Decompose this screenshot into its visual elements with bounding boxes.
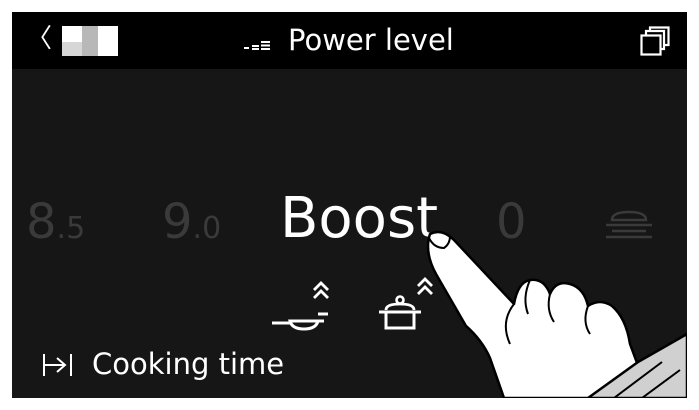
- power-level-icon: [244, 41, 270, 50]
- timer-arrow-icon: [43, 354, 72, 376]
- brand-logo-icon: [62, 26, 118, 56]
- page-title: Power level: [288, 23, 454, 57]
- power-level-8-5[interactable]: 8.5: [26, 192, 85, 263]
- cooking-time-label[interactable]: Cooking time: [92, 344, 284, 384]
- top-bar: 〈 Power level: [12, 12, 687, 69]
- display-screen: 〈 Power level 8.5 9.0 Boost 0 Cooking ti…: [12, 12, 687, 398]
- power-level-boost[interactable]: Boost: [280, 186, 438, 252]
- copy-windows-icon[interactable]: [640, 26, 670, 56]
- power-level-9-0[interactable]: 9.0: [162, 192, 221, 263]
- chevron-left-icon: 〈: [26, 24, 53, 54]
- back-button[interactable]: 〈: [26, 22, 52, 56]
- frying-pan-boost-icon[interactable]: [268, 276, 330, 332]
- pointing-hand: [426, 230, 687, 398]
